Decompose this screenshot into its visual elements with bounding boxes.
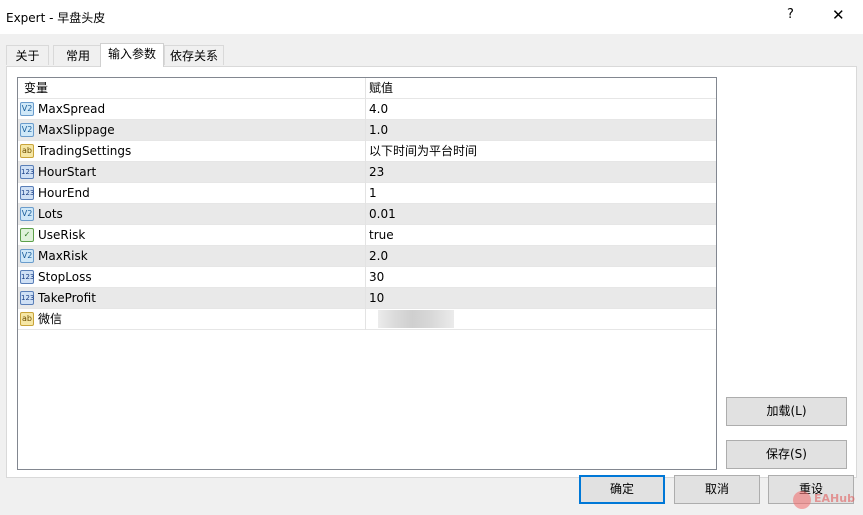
int-type-icon: 123 xyxy=(20,165,34,179)
load-button[interactable]: 加载(L) xyxy=(726,397,847,426)
tab-common[interactable]: 常用 xyxy=(53,45,103,65)
param-row[interactable]: 123 StopLoss 30 xyxy=(18,267,716,288)
param-value[interactable]: true xyxy=(369,225,394,246)
column-divider xyxy=(365,204,366,225)
int-type-icon: 123 xyxy=(20,186,34,200)
watermark-logo-icon xyxy=(793,491,811,509)
param-row[interactable]: 123 HourEnd 1 xyxy=(18,183,716,204)
param-value[interactable]: 10 xyxy=(369,288,384,309)
column-divider xyxy=(365,99,366,120)
column-divider xyxy=(365,162,366,183)
param-name: MaxSpread xyxy=(38,102,106,116)
header-value[interactable]: 赋值 xyxy=(369,78,393,99)
string-type-icon: ab xyxy=(20,144,34,158)
header-variable[interactable]: 变量 xyxy=(24,78,48,99)
param-value[interactable]: 1 xyxy=(369,183,377,204)
close-icon[interactable]: ✕ xyxy=(832,6,845,24)
param-row[interactable]: V2 MaxSpread 4.0 xyxy=(18,99,716,120)
param-row[interactable]: 123 TakeProfit 10 xyxy=(18,288,716,309)
param-value[interactable]: 23 xyxy=(369,162,384,183)
ok-button[interactable]: 确定 xyxy=(579,475,665,504)
param-name: StopLoss xyxy=(38,270,92,284)
param-value[interactable]: 以下时间为平台时间 xyxy=(369,141,477,162)
column-divider xyxy=(365,246,366,267)
grid-header: 变量 赋值 xyxy=(18,78,716,99)
watermark-text: EAHub xyxy=(814,492,855,505)
param-value[interactable]: 4.0 xyxy=(369,99,388,120)
column-divider xyxy=(365,288,366,309)
param-value[interactable]: 0.01 xyxy=(369,204,396,225)
param-row[interactable]: V2 MaxRisk 2.0 xyxy=(18,246,716,267)
param-value[interactable]: 30 xyxy=(369,267,384,288)
string-type-icon: ab xyxy=(20,312,34,326)
save-button[interactable]: 保存(S) xyxy=(726,440,847,469)
column-divider xyxy=(365,225,366,246)
param-row[interactable]: ab TradingSettings 以下时间为平台时间 xyxy=(18,141,716,162)
tab-about[interactable]: 关于 xyxy=(6,45,49,65)
param-row[interactable]: ab 微信 xyxy=(18,309,716,330)
double-type-icon: V2 xyxy=(20,102,34,116)
int-type-icon: 123 xyxy=(20,291,34,305)
param-row[interactable]: ✓ UseRisk true xyxy=(18,225,716,246)
column-divider xyxy=(365,183,366,204)
watermark: EAHub xyxy=(793,489,858,511)
redacted-value xyxy=(378,310,454,328)
param-name: TakeProfit xyxy=(38,291,96,305)
cancel-button[interactable]: 取消 xyxy=(674,475,760,504)
param-value[interactable]: 1.0 xyxy=(369,120,388,141)
param-row[interactable]: V2 Lots 0.01 xyxy=(18,204,716,225)
int-type-icon: 123 xyxy=(20,270,34,284)
parameters-grid: 变量 赋值 V2 MaxSpread 4.0 V2 MaxSlippage 1.0 ab Tr… xyxy=(17,77,717,470)
column-divider xyxy=(365,141,366,162)
param-row[interactable]: 123 HourStart 23 xyxy=(18,162,716,183)
double-type-icon: V2 xyxy=(20,249,34,263)
param-name: Lots xyxy=(38,207,63,221)
title-bar: Expert - 早盘头皮 ? ✕ xyxy=(0,0,863,34)
column-divider xyxy=(365,309,366,330)
column-divider xyxy=(365,120,366,141)
tab-dependencies[interactable]: 依存关系 xyxy=(164,45,224,65)
param-name: 微信 xyxy=(38,312,63,326)
tab-inputs[interactable]: 输入参数 xyxy=(100,43,164,67)
param-name: HourEnd xyxy=(38,186,90,200)
param-name: TradingSettings xyxy=(38,144,132,158)
param-value[interactable]: 2.0 xyxy=(369,246,388,267)
param-name: MaxSlippage xyxy=(38,123,115,137)
param-row[interactable]: V2 MaxSlippage 1.0 xyxy=(18,120,716,141)
help-icon[interactable]: ? xyxy=(787,7,794,22)
column-divider xyxy=(365,267,366,288)
column-divider[interactable] xyxy=(365,78,366,99)
param-name: UseRisk xyxy=(38,228,86,242)
double-type-icon: V2 xyxy=(20,207,34,221)
double-type-icon: V2 xyxy=(20,123,34,137)
window-title: Expert - 早盘头皮 xyxy=(6,11,106,25)
param-name: MaxRisk xyxy=(38,249,88,263)
param-name: HourStart xyxy=(38,165,97,179)
tab-inputs-label: 输入参数 xyxy=(107,47,156,61)
bool-type-icon: ✓ xyxy=(20,228,34,242)
